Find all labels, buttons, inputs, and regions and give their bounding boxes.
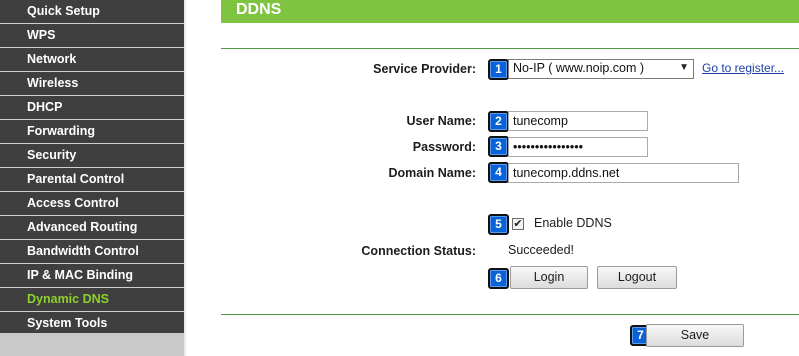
connection-status-label: Connection Status: — [361, 244, 476, 258]
sidebar-item-advanced-routing[interactable]: Advanced Routing — [0, 216, 184, 239]
step-badge-6: 6 — [488, 268, 509, 289]
sidebar-item-security[interactable]: Security — [0, 144, 184, 167]
user-name-label: User Name: — [406, 114, 476, 128]
user-name-input[interactable] — [508, 111, 648, 131]
sidebar-item-dynamic-dns[interactable]: Dynamic DNS — [0, 288, 184, 311]
chevron-down-icon: ▼ — [679, 62, 689, 73]
sidebar: Quick Setup WPS Network Wireless DHCP Fo… — [0, 0, 186, 356]
password-label: Password: — [412, 140, 476, 154]
sidebar-menu: Quick Setup WPS Network Wireless DHCP Fo… — [0, 0, 184, 336]
step-badge-3: 3 — [488, 136, 509, 157]
step-badge-1: 1 — [488, 59, 509, 80]
sidebar-item-parental-control[interactable]: Parental Control — [0, 168, 184, 191]
sidebar-footer — [0, 333, 184, 356]
step-badge-4: 4 — [488, 162, 509, 183]
sidebar-item-wps[interactable]: WPS — [0, 24, 184, 47]
bottom-divider — [221, 314, 799, 315]
step-badge-2: 2 — [488, 111, 509, 132]
service-provider-value: No-IP ( www.noip.com ) — [513, 61, 645, 75]
step-badge-5: 5 — [488, 214, 509, 235]
enable-ddns-label: Enable DDNS — [534, 216, 612, 230]
header-bar — [221, 0, 799, 23]
page-title: DDNS — [236, 1, 282, 18]
domain-name-input[interactable] — [508, 163, 739, 183]
sidebar-item-wireless[interactable]: Wireless — [0, 72, 184, 95]
password-input[interactable] — [508, 137, 648, 157]
service-provider-select[interactable]: No-IP ( www.noip.com ) ▼ — [508, 59, 694, 79]
sidebar-item-forwarding[interactable]: Forwarding — [0, 120, 184, 143]
save-button[interactable]: Save — [646, 324, 744, 347]
sidebar-item-quick-setup[interactable]: Quick Setup — [0, 0, 184, 23]
sidebar-item-system-tools[interactable]: System Tools — [0, 312, 184, 335]
domain-name-label: Domain Name: — [388, 166, 476, 180]
sidebar-item-dhcp[interactable]: DHCP — [0, 96, 184, 119]
connection-status-value: Succeeded! — [508, 243, 575, 257]
register-link[interactable]: Go to register... — [702, 61, 784, 75]
check-icon: ✔ — [513, 218, 523, 230]
sidebar-item-access-control[interactable]: Access Control — [0, 192, 184, 215]
login-button[interactable]: Login — [510, 266, 588, 289]
service-provider-label: Service Provider: — [373, 62, 476, 76]
sidebar-divider — [184, 0, 186, 356]
sidebar-item-ip-mac-binding[interactable]: IP & MAC Binding — [0, 264, 184, 287]
enable-ddns-checkbox[interactable]: ✔ — [512, 218, 524, 230]
sidebar-item-network[interactable]: Network — [0, 48, 184, 71]
logout-button[interactable]: Logout — [597, 266, 677, 289]
sidebar-item-bandwidth-control[interactable]: Bandwidth Control — [0, 240, 184, 263]
top-divider — [221, 48, 799, 49]
